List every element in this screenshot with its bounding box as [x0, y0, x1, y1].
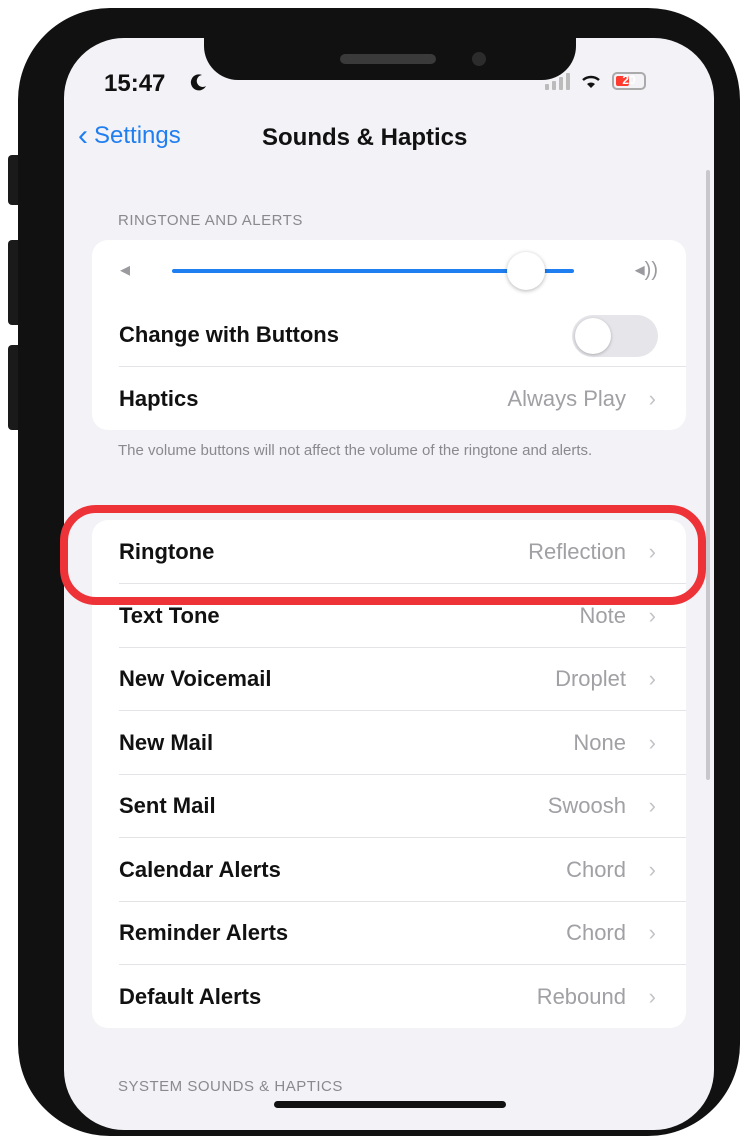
sound-row-new-mail[interactable]: New Mail None ›: [92, 711, 686, 775]
sound-row-calendar-alerts[interactable]: Calendar Alerts Chord ›: [92, 838, 686, 902]
speaker-high-icon: ◂)): [634, 259, 658, 281]
sound-row-value: Rebound: [536, 983, 626, 1009]
haptics-label: Haptics: [119, 386, 199, 411]
sound-row-label: New Voicemail: [119, 666, 272, 691]
volume-row: ◂ ◂)): [92, 240, 686, 304]
haptics-value: Always Play: [507, 386, 626, 411]
wifi-icon: [582, 75, 600, 88]
volume-group: ◂ ◂)) Change with Buttons Haptics Always…: [92, 240, 686, 430]
sound-row-label: Reminder Alerts: [119, 920, 289, 945]
chevron-left-icon: ‹: [78, 119, 88, 152]
section-header-ringtone: RINGTONE AND ALERTS: [118, 212, 303, 229]
ringtone-highlight-annotation: [60, 505, 706, 605]
sound-row-reminder-alerts[interactable]: Reminder Alerts Chord ›: [92, 901, 686, 965]
change-with-buttons-label: Change with Buttons: [119, 322, 339, 347]
status-time: 15:47: [104, 70, 166, 97]
back-label: Settings: [94, 122, 181, 149]
battery-icon: 20: [612, 72, 646, 90]
toggle-knob: [575, 318, 611, 354]
chevron-right-icon: ›: [648, 920, 656, 945]
chevron-right-icon: ›: [648, 856, 656, 882]
home-indicator[interactable]: [274, 1101, 506, 1108]
sound-row-label: New Mail: [119, 729, 214, 755]
sound-row-default-alerts[interactable]: Default Alerts Rebound ›: [92, 965, 686, 1029]
sound-row-value: Chord: [566, 920, 626, 945]
battery-percent: 20: [622, 73, 636, 87]
sound-row-label: Sent Mail: [119, 793, 216, 818]
sound-row-value: Droplet: [555, 666, 626, 691]
change-with-buttons-toggle[interactable]: [572, 315, 658, 357]
sound-row-sent-mail[interactable]: Sent Mail Swoosh ›: [92, 774, 686, 838]
sound-row-value: Note: [579, 602, 626, 628]
volume-footer-note: The volume buttons will not affect the v…: [118, 442, 593, 459]
sound-row-label: Calendar Alerts: [119, 856, 281, 882]
change-with-buttons-row: Change with Buttons: [92, 303, 686, 367]
sound-row-value: Swoosh: [547, 793, 626, 818]
chevron-right-icon: ›: [648, 983, 656, 1009]
sound-row-label: Default Alerts: [119, 983, 262, 1009]
chevron-right-icon: ›: [648, 602, 656, 628]
moon-icon: [190, 74, 206, 91]
chevron-right-icon: ›: [648, 666, 656, 691]
sound-row-value: Chord: [566, 856, 626, 882]
notch: [204, 8, 576, 80]
section-header-system: SYSTEM SOUNDS & HAPTICS: [118, 1078, 343, 1095]
scrollbar[interactable]: [706, 170, 710, 780]
sound-row-label: Text Tone: [119, 602, 220, 628]
volume-slider-knob[interactable]: [506, 252, 545, 290]
page-title: Sounds & Haptics: [262, 124, 468, 151]
chevron-right-icon: ›: [648, 386, 656, 411]
speaker-grille: [340, 54, 436, 64]
front-camera: [472, 52, 486, 66]
chevron-right-icon: ›: [648, 793, 656, 818]
back-button[interactable]: ‹ Settings: [78, 119, 181, 152]
haptics-row[interactable]: Haptics Always Play ›: [92, 367, 686, 431]
sound-row-value: None: [573, 729, 626, 755]
speaker-low-icon: ◂: [120, 259, 131, 281]
sound-row-new-voicemail[interactable]: New Voicemail Droplet ›: [92, 647, 686, 711]
chevron-right-icon: ›: [648, 729, 656, 755]
